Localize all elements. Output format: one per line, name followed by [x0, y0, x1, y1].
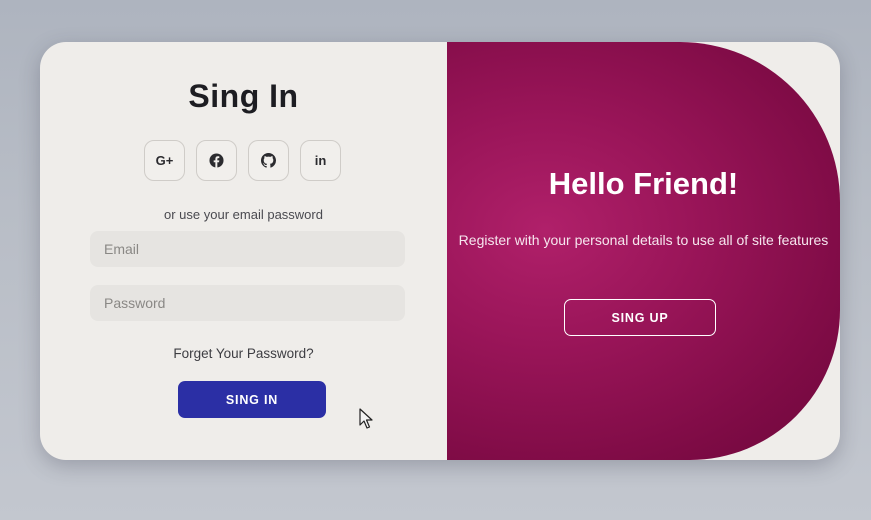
- google-plus-button[interactable]: G+: [144, 140, 185, 181]
- signin-button[interactable]: SING IN: [178, 381, 326, 418]
- signin-subtitle: or use your email password: [164, 207, 323, 222]
- mouse-cursor-icon: [359, 408, 375, 435]
- welcome-message: Register with your personal details to u…: [458, 232, 829, 248]
- linkedin-button[interactable]: in: [300, 140, 341, 181]
- signin-panel: Sing In G+ in or use your email password…: [40, 42, 447, 460]
- social-login-group: G+ in: [144, 140, 341, 181]
- linkedin-icon: in: [314, 153, 327, 168]
- forgot-password-link[interactable]: Forget Your Password?: [40, 346, 447, 361]
- github-icon: [261, 153, 276, 168]
- facebook-button[interactable]: [196, 140, 237, 181]
- github-button[interactable]: [248, 140, 289, 181]
- welcome-title: Hello Friend!: [548, 166, 739, 201]
- google-plus-icon: G+: [155, 153, 174, 168]
- welcome-panel: Hello Friend! Register with your persona…: [447, 42, 840, 460]
- password-field[interactable]: [90, 285, 405, 321]
- signin-title: Sing In: [188, 78, 299, 114]
- email-field[interactable]: [90, 231, 405, 267]
- facebook-icon: [209, 153, 224, 168]
- signup-button[interactable]: SING UP: [564, 299, 716, 336]
- auth-card: Sing In G+ in or use your email password…: [40, 42, 840, 460]
